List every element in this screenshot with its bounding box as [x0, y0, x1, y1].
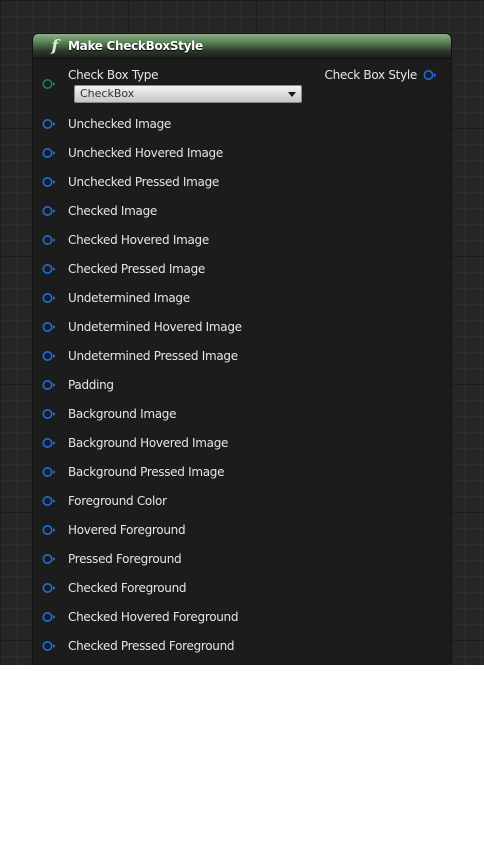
- checked-foreground-label: Checked Foreground: [68, 581, 187, 595]
- unchecked-image-pin-icon[interactable]: [42, 118, 56, 130]
- check-box-style-output-label: Check Box Style: [324, 68, 418, 82]
- checked-pressed-image-pin-icon[interactable]: [42, 263, 56, 275]
- padding-pin-icon[interactable]: [42, 379, 56, 391]
- unchecked-pressed-image-label: Unchecked Pressed Image: [68, 175, 219, 189]
- make-checkboxstyle-node[interactable]: f Make CheckBoxStyle Check Box Type Chec…: [33, 34, 451, 665]
- graph-canvas[interactable]: f Make CheckBoxStyle Check Box Type Chec…: [0, 0, 484, 665]
- unchecked-hovered-image-label: Unchecked Hovered Image: [68, 146, 223, 160]
- undetermined-hovered-image-pin-icon[interactable]: [42, 321, 56, 333]
- undetermined-pressed-image-label: Undetermined Pressed Image: [68, 349, 238, 363]
- unchecked-image-label: Unchecked Image: [68, 117, 171, 131]
- unchecked-pressed-image-pin-icon[interactable]: [42, 176, 56, 188]
- pressed-foreground-label: Pressed Foreground: [68, 552, 182, 566]
- unchecked-hovered-image-pin-icon[interactable]: [42, 147, 56, 159]
- background-hovered-image-pin-icon[interactable]: [42, 437, 56, 449]
- dropdown-selected-value: CheckBox: [80, 87, 135, 100]
- function-icon: f: [51, 36, 59, 55]
- pressed-foreground-pin-icon[interactable]: [42, 553, 56, 565]
- check-box-type-pin-icon[interactable]: [42, 78, 56, 90]
- chevron-down-icon: [288, 92, 296, 97]
- padding-label: Padding: [68, 378, 114, 392]
- checked-pressed-image-label: Checked Pressed Image: [68, 262, 205, 276]
- check-box-type-dropdown[interactable]: CheckBox: [74, 85, 302, 103]
- foreground-color-pin-icon[interactable]: [42, 495, 56, 507]
- hovered-foreground-pin-icon[interactable]: [42, 524, 56, 536]
- undetermined-hovered-image-label: Undetermined Hovered Image: [68, 320, 242, 334]
- background-image-label: Background Image: [68, 407, 177, 421]
- check-box-style-output-pin-icon[interactable]: [423, 69, 437, 81]
- checked-image-label: Checked Image: [68, 204, 157, 218]
- undetermined-image-label: Undetermined Image: [68, 291, 190, 305]
- checked-hovered-foreground-label: Checked Hovered Foreground: [68, 610, 239, 624]
- node-header[interactable]: f Make CheckBoxStyle: [33, 34, 451, 59]
- checked-foreground-pin-icon[interactable]: [42, 582, 56, 594]
- background-pressed-image-pin-icon[interactable]: [42, 466, 56, 478]
- undetermined-image-pin-icon[interactable]: [42, 292, 56, 304]
- hovered-foreground-label: Hovered Foreground: [68, 523, 186, 537]
- background-image-pin-icon[interactable]: [42, 408, 56, 420]
- background-pressed-image-label: Background Pressed Image: [68, 465, 225, 479]
- node-title: Make CheckBoxStyle: [68, 39, 203, 53]
- checked-image-pin-icon[interactable]: [42, 205, 56, 217]
- checked-pressed-foreground-pin-icon[interactable]: [42, 640, 56, 652]
- checked-pressed-foreground-label: Checked Pressed Foreground: [68, 639, 235, 653]
- checked-hovered-image-pin-icon[interactable]: [42, 234, 56, 246]
- checked-hovered-foreground-pin-icon[interactable]: [42, 611, 56, 623]
- background-hovered-image-label: Background Hovered Image: [68, 436, 229, 450]
- foreground-color-label: Foreground Color: [68, 494, 167, 508]
- check-box-type-label: Check Box Type: [68, 68, 159, 82]
- checked-hovered-image-label: Checked Hovered Image: [68, 233, 209, 247]
- undetermined-pressed-image-pin-icon[interactable]: [42, 350, 56, 362]
